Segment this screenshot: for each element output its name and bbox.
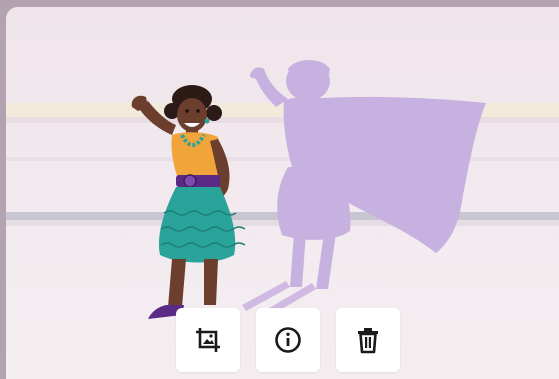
window-frame — [0, 0, 559, 379]
trash-icon — [358, 328, 378, 354]
crop-image-button[interactable] — [176, 308, 240, 372]
image-card — [6, 7, 559, 379]
crop-image-icon — [196, 328, 220, 352]
info-button[interactable] — [256, 308, 320, 372]
delete-button[interactable] — [336, 308, 400, 372]
image-toolbar — [176, 308, 411, 374]
info-icon — [275, 327, 301, 353]
